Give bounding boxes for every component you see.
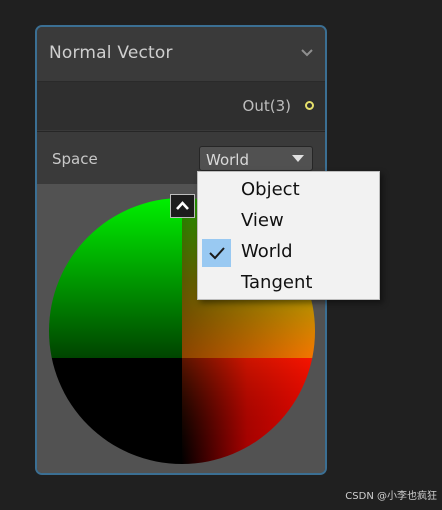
menu-item-label: View [241, 210, 284, 231]
watermark: CSDN @小李也疯狂 [345, 491, 437, 502]
menu-item-label: Tangent [241, 272, 313, 293]
chevron-up-icon [176, 201, 189, 210]
menu-item-label: World [241, 241, 293, 262]
selected-check [202, 239, 231, 267]
menu-item-view[interactable]: View [198, 205, 379, 236]
space-dropdown[interactable]: World [199, 146, 313, 171]
output-label: Out(3) [242, 97, 291, 115]
menu-item-label: Object [241, 179, 300, 200]
menu-item-tangent[interactable]: Tangent [198, 267, 379, 298]
space-dropdown-value: World [206, 151, 249, 169]
node-header[interactable]: Normal Vector [37, 27, 325, 82]
checkmark-icon [209, 247, 225, 260]
output-port-icon[interactable] [305, 101, 314, 110]
node-title: Normal Vector [49, 43, 173, 63]
space-label: Space [52, 150, 98, 168]
collapse-preview-button[interactable] [170, 194, 195, 218]
output-row: Out(3) [37, 82, 325, 130]
chevron-down-icon[interactable] [299, 47, 315, 59]
space-options-menu[interactable]: Object View World Tangent [197, 171, 380, 300]
menu-item-object[interactable]: Object [198, 174, 379, 205]
menu-item-world[interactable]: World [198, 236, 379, 267]
dropdown-arrow-icon [292, 155, 304, 162]
